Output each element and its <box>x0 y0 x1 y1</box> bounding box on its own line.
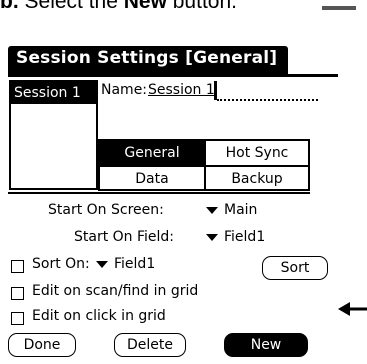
text-cursor <box>214 81 217 100</box>
instruction-text: b. Select the New button. <box>0 0 237 14</box>
sort-on-checkbox[interactable] <box>11 260 24 273</box>
edit-on-scan-checkbox[interactable] <box>11 287 24 300</box>
delete-button[interactable]: Delete <box>114 333 186 357</box>
name-field-underline <box>217 99 318 101</box>
new-button[interactable]: New <box>224 333 308 357</box>
edit-on-scan-label: Edit on scan/find in grid <box>32 283 199 299</box>
done-button[interactable]: Done <box>8 333 76 357</box>
palm-screen: Session Settings [General] Session 1 Nam… <box>8 36 338 364</box>
edit-on-click-checkbox[interactable] <box>11 312 24 325</box>
edit-on-click-label: Edit on click in grid <box>32 308 166 324</box>
sort-on-label: Sort On: <box>32 256 90 272</box>
tab-backup[interactable]: Backup <box>204 165 308 191</box>
tab-data[interactable]: Data <box>100 165 204 191</box>
start-on-field-value: Field1 <box>224 229 266 245</box>
title-underline <box>8 74 338 77</box>
instruction-after: button. <box>166 0 237 13</box>
sort-on-trigger[interactable]: Field1 <box>96 256 155 272</box>
sort-button[interactable]: Sort <box>262 256 328 280</box>
session-list[interactable]: Session 1 <box>9 80 98 190</box>
settings-tab-grid: General Hot Sync Data Backup <box>98 139 310 191</box>
arrow-left-icon <box>338 302 367 316</box>
start-on-screen-value: Main <box>224 202 258 218</box>
sort-on-value: Field1 <box>114 256 156 272</box>
start-on-field-label: Start On Field: <box>74 229 175 245</box>
triangle-down-icon <box>206 233 218 241</box>
start-on-field-trigger[interactable]: Field1 <box>206 229 265 245</box>
triangle-down-icon <box>96 260 108 268</box>
start-on-screen-trigger[interactable]: Main <box>206 202 257 218</box>
decorative-rule <box>322 6 356 10</box>
form-title-bar: Session Settings [General] <box>8 46 288 74</box>
name-field[interactable]: Session 1 <box>148 82 215 98</box>
tab-hot-sync[interactable]: Hot Sync <box>204 141 308 165</box>
instruction-step: b. <box>0 0 19 13</box>
name-label: Name: <box>101 82 148 98</box>
instruction-before: Select the <box>18 0 124 13</box>
section-divider <box>8 192 310 194</box>
triangle-down-icon <box>206 206 218 214</box>
form-title: Session Settings [General] <box>16 48 278 68</box>
start-on-screen-label: Start On Screen: <box>48 202 164 218</box>
session-list-item[interactable]: Session 1 <box>11 82 96 104</box>
tab-general[interactable]: General <box>100 141 204 165</box>
instruction-emphasis: New <box>123 0 167 13</box>
